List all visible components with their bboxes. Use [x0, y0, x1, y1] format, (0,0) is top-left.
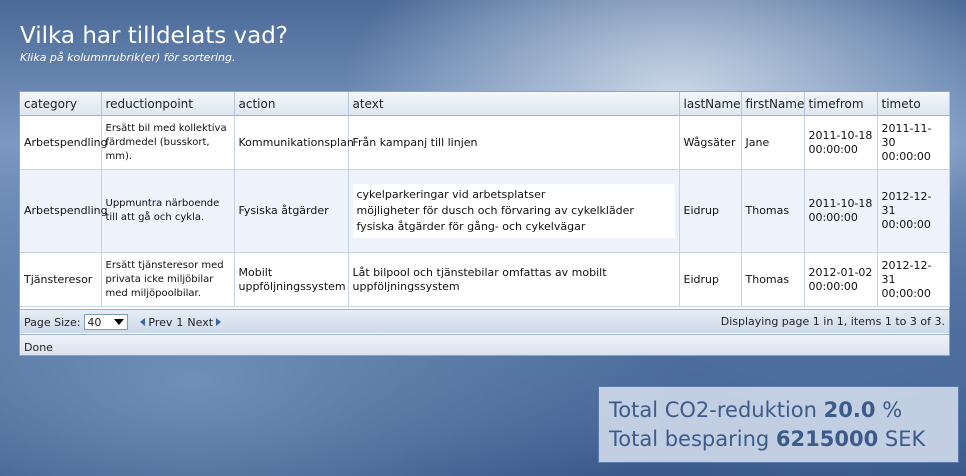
cell-reductionpoint: Ersätt bil med kollektiva färdmedel (bus…	[101, 115, 235, 170]
cell-atext: Från kampanj till linjen	[348, 115, 680, 170]
atext-line: cykelparkeringar vid arbetsplatser	[356, 188, 546, 201]
page-title: Vilka har tilldelats vad?	[20, 23, 289, 49]
timeto-date: 2012-12-31	[881, 190, 932, 217]
page-subtitle: Klika på kolumnrubrik(er) för sortering.	[20, 51, 236, 64]
column-header-reductionpoint[interactable]: reductionpoint	[101, 92, 235, 116]
cell-reductionpoint: Ersätt tjänsteresor med privata icke mil…	[101, 252, 235, 307]
chevron-down-icon	[114, 319, 125, 325]
cell-category: Arbetspendling	[20, 169, 108, 253]
page-size-value: 40	[87, 315, 102, 329]
timefrom-time: 00:00:00	[808, 211, 858, 224]
cell-action: Mobilt uppföljningssystem	[234, 252, 349, 307]
table-row: Arbetspendling Uppmuntra närboende till …	[20, 169, 950, 253]
cell-category: Arbetspendling	[20, 115, 108, 170]
cell-action: Kommunikationsplan	[234, 115, 354, 170]
cell-timeto: 2012-12-31 00:00:00	[877, 252, 950, 307]
atext-line: Från kampanj till linjen	[352, 135, 478, 149]
cell-lastname: Eidrup	[679, 252, 742, 307]
co2-reduction-line: Total CO2-reduktion 20.0 %	[609, 396, 948, 425]
co2-unit: %	[882, 398, 903, 422]
column-header-firstname[interactable]: firstName	[741, 92, 805, 116]
assignment-grid: category reductionpoint action atext las…	[19, 91, 950, 356]
column-header-lastname[interactable]: lastName	[679, 92, 742, 116]
atext-line: fysiska åtgärder för gång- och cykelväga…	[356, 220, 586, 233]
cell-timefrom: 2011-10-18 00:00:00	[804, 169, 878, 253]
page-size-label: Page Size:	[24, 315, 81, 329]
next-label: Next	[187, 315, 214, 329]
pager-bar: Page Size: 40 Prev 1 Next Displaying pag…	[20, 309, 949, 333]
pager-info: Displaying page 1 in 1, items 1 to 3 of …	[720, 315, 945, 328]
cell-lastname: Wågsäter	[679, 115, 742, 170]
cell-timeto: 2011-11-30 00:00:00	[877, 115, 950, 170]
timeto-time: 00:00:00	[881, 286, 931, 300]
cell-atext: cykelparkeringar vid arbetsplatser möjli…	[348, 169, 680, 253]
page-number-link[interactable]: 1	[176, 316, 183, 329]
status-bar: Done	[20, 334, 949, 355]
timeto-date: 2011-11-30	[881, 121, 932, 149]
cell-timeto: 2012-12-31 00:00:00	[877, 169, 950, 253]
co2-value: 20.0	[823, 398, 876, 422]
atext-list: cykelparkeringar vid arbetsplatser möjli…	[352, 184, 675, 238]
next-page-button[interactable]: Next	[187, 315, 222, 329]
cell-timefrom: 2011-10-18 00:00:00	[804, 115, 878, 170]
timefrom-date: 2012-01-02	[808, 265, 873, 279]
cell-firstname: Jane	[741, 115, 805, 170]
arrow-right-icon	[216, 318, 222, 326]
page-size-select[interactable]: 40	[84, 314, 129, 330]
timeto-date: 2012-12-31	[881, 258, 932, 286]
header-row: category reductionpoint action atext las…	[20, 92, 950, 116]
cell-timefrom: 2012-01-02 00:00:00	[804, 252, 878, 307]
saving-line: Total besparing 6215000 SEK	[609, 425, 948, 454]
table-row: Tjänsteresor Ersätt tjänsteresor med pri…	[20, 252, 950, 307]
saving-label: Total besparing	[609, 427, 770, 451]
column-header-timefrom[interactable]: timefrom	[804, 92, 878, 116]
timefrom-time: 00:00:00	[808, 279, 858, 293]
timefrom-date: 2011-10-18	[808, 197, 873, 210]
cell-firstname: Thomas	[741, 169, 805, 253]
arrow-left-icon	[140, 318, 146, 326]
cell-lastname: Eidrup	[679, 169, 742, 253]
timeto-time: 00:00:00	[881, 218, 931, 231]
cell-category: Tjänsteresor	[20, 252, 102, 307]
saving-unit: SEK	[884, 427, 926, 451]
column-header-action[interactable]: action	[234, 92, 349, 116]
atext-line: Låt bilpool och tjänstebilar omfattas av…	[352, 265, 607, 293]
cell-action: Fysiska åtgärder	[234, 169, 349, 253]
column-header-category[interactable]: category	[20, 92, 102, 116]
atext-line: möjligheter för dusch och förvaring av c…	[356, 204, 634, 217]
timefrom-date: 2011-10-18	[808, 128, 873, 142]
totals-panel: Total CO2-reduktion 20.0 % Total bespari…	[598, 386, 959, 463]
cell-reductionpoint: Uppmuntra närboende till att gå och cykl…	[101, 169, 235, 253]
table-row: Arbetspendling Ersätt bil med kollektiva…	[20, 115, 950, 170]
column-header-atext[interactable]: atext	[348, 92, 680, 116]
cell-firstname: Thomas	[741, 252, 805, 307]
assignment-table: category reductionpoint action atext las…	[20, 92, 950, 307]
timeto-time: 00:00:00	[881, 149, 931, 163]
cell-atext: Låt bilpool och tjänstebilar omfattas av…	[348, 252, 680, 307]
co2-label: Total CO2-reduktion	[609, 398, 817, 422]
prev-label: Prev	[148, 315, 173, 329]
saving-value: 6215000	[775, 427, 879, 451]
pager-controls: Page Size: 40 Prev 1 Next	[24, 314, 222, 330]
column-header-timeto[interactable]: timeto	[877, 92, 950, 116]
timefrom-time: 00:00:00	[808, 142, 858, 156]
prev-page-button[interactable]: Prev	[140, 316, 172, 329]
